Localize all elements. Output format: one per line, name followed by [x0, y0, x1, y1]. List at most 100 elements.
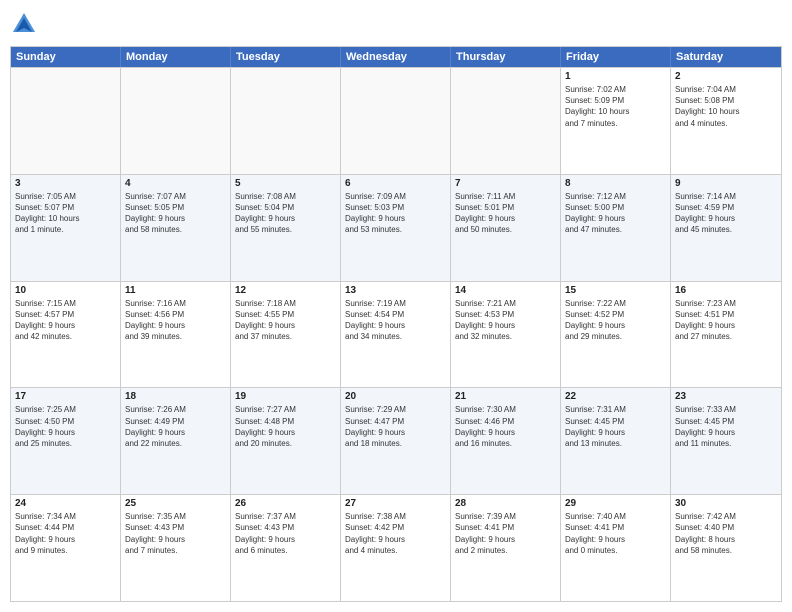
empty-cell-0-3	[341, 68, 451, 174]
empty-cell-0-2	[231, 68, 341, 174]
day-number: 8	[565, 178, 666, 189]
calendar-row-2: 10 Sunrise: 7:15 AM Sunset: 4:57 PM Dayli…	[11, 281, 781, 388]
day-number: 26	[235, 498, 336, 509]
day-number: 29	[565, 498, 666, 509]
day-info: Sunrise: 7:22 AM Sunset: 4:52 PM Dayligh…	[565, 298, 666, 343]
calendar-row-0: 1 Sunrise: 7:02 AM Sunset: 5:09 PM Daylig…	[11, 67, 781, 174]
day-number: 27	[345, 498, 446, 509]
day-info: Sunrise: 7:02 AM Sunset: 5:09 PM Dayligh…	[565, 84, 666, 129]
calendar-row-3: 17Sunrise: 7:25 AM Sunset: 4:50 PM Dayli…	[11, 387, 781, 494]
day-number: 9	[675, 178, 777, 189]
day-cell-9: 9 Sunrise: 7:14 AM Sunset: 4:59 PM Daylig…	[671, 175, 781, 281]
day-number: 7	[455, 178, 556, 189]
day-cell-21: 21 Sunrise: 7:30 AM Sunset: 4:46 PM Dayli…	[451, 388, 561, 494]
day-info: Sunrise: 7:37 AM Sunset: 4:43 PM Dayligh…	[235, 511, 336, 556]
day-cell-28: 28 Sunrise: 7:39 AM Sunset: 4:41 PM Dayli…	[451, 495, 561, 601]
day-info: Sunrise: 7:23 AM Sunset: 4:51 PM Dayligh…	[675, 298, 777, 343]
header-day-monday: Monday	[121, 47, 231, 67]
day-info: Sunrise: 7:26 AM Sunset: 4:49 PM Dayligh…	[125, 404, 226, 449]
logo	[10, 10, 40, 38]
day-info: Sunrise: 7:04 AM Sunset: 5:08 PM Dayligh…	[675, 84, 777, 129]
day-info: Sunrise: 7:30 AM Sunset: 4:46 PM Dayligh…	[455, 404, 556, 449]
day-info: Sunrise: 7:15 AM Sunset: 4:57 PM Dayligh…	[15, 298, 116, 343]
day-info: Sunrise: 7:31 AM Sunset: 4:45 PM Dayligh…	[565, 404, 666, 449]
day-cell-30: 30 Sunrise: 7:42 AM Sunset: 4:40 PM Dayli…	[671, 495, 781, 601]
day-number: 21	[455, 391, 556, 402]
calendar-header-row: SundayMondayTuesdayWednesdayThursdayFrid…	[11, 47, 781, 67]
day-info: Sunrise: 7:11 AM Sunset: 5:01 PM Dayligh…	[455, 191, 556, 236]
empty-cell-0-0	[11, 68, 121, 174]
day-cell-5: 5 Sunrise: 7:08 AM Sunset: 5:04 PM Daylig…	[231, 175, 341, 281]
calendar-row-1: 3 Sunrise: 7:05 AM Sunset: 5:07 PM Daylig…	[11, 174, 781, 281]
day-info: Sunrise: 7:27 AM Sunset: 4:48 PM Dayligh…	[235, 404, 336, 449]
day-cell-23: 23Sunrise: 7:33 AM Sunset: 4:45 PM Dayli…	[671, 388, 781, 494]
day-cell-19: 19 Sunrise: 7:27 AM Sunset: 4:48 PM Dayli…	[231, 388, 341, 494]
day-cell-11: 11 Sunrise: 7:16 AM Sunset: 4:56 PM Dayli…	[121, 282, 231, 388]
day-number: 3	[15, 178, 116, 189]
header	[10, 10, 782, 38]
day-cell-22: 22 Sunrise: 7:31 AM Sunset: 4:45 PM Dayli…	[561, 388, 671, 494]
day-info: Sunrise: 7:07 AM Sunset: 5:05 PM Dayligh…	[125, 191, 226, 236]
day-number: 22	[565, 391, 666, 402]
day-info: Sunrise: 7:05 AM Sunset: 5:07 PM Dayligh…	[15, 191, 116, 236]
calendar-body: 1 Sunrise: 7:02 AM Sunset: 5:09 PM Daylig…	[11, 67, 781, 601]
day-info: Sunrise: 7:16 AM Sunset: 4:56 PM Dayligh…	[125, 298, 226, 343]
header-day-wednesday: Wednesday	[341, 47, 451, 67]
day-number: 11	[125, 285, 226, 296]
day-cell-25: 25 Sunrise: 7:35 AM Sunset: 4:43 PM Dayli…	[121, 495, 231, 601]
day-info: Sunrise: 7:29 AM Sunset: 4:47 PM Dayligh…	[345, 404, 446, 449]
day-cell-6: 6 Sunrise: 7:09 AM Sunset: 5:03 PM Daylig…	[341, 175, 451, 281]
day-cell-26: 26 Sunrise: 7:37 AM Sunset: 4:43 PM Dayli…	[231, 495, 341, 601]
page: SundayMondayTuesdayWednesdayThursdayFrid…	[0, 0, 792, 612]
day-cell-13: 13Sunrise: 7:19 AM Sunset: 4:54 PM Dayli…	[341, 282, 451, 388]
day-number: 5	[235, 178, 336, 189]
day-cell-12: 12Sunrise: 7:18 AM Sunset: 4:55 PM Dayli…	[231, 282, 341, 388]
day-info: Sunrise: 7:14 AM Sunset: 4:59 PM Dayligh…	[675, 191, 777, 236]
day-number: 24	[15, 498, 116, 509]
day-info: Sunrise: 7:39 AM Sunset: 4:41 PM Dayligh…	[455, 511, 556, 556]
header-day-saturday: Saturday	[671, 47, 781, 67]
day-cell-15: 15 Sunrise: 7:22 AM Sunset: 4:52 PM Dayli…	[561, 282, 671, 388]
day-cell-24: 24Sunrise: 7:34 AM Sunset: 4:44 PM Dayli…	[11, 495, 121, 601]
day-number: 14	[455, 285, 556, 296]
day-number: 12	[235, 285, 336, 296]
day-info: Sunrise: 7:09 AM Sunset: 5:03 PM Dayligh…	[345, 191, 446, 236]
calendar-row-4: 24Sunrise: 7:34 AM Sunset: 4:44 PM Dayli…	[11, 494, 781, 601]
header-day-sunday: Sunday	[11, 47, 121, 67]
day-cell-4: 4 Sunrise: 7:07 AM Sunset: 5:05 PM Daylig…	[121, 175, 231, 281]
day-number: 30	[675, 498, 777, 509]
day-number: 13	[345, 285, 446, 296]
day-number: 15	[565, 285, 666, 296]
day-cell-18: 18 Sunrise: 7:26 AM Sunset: 4:49 PM Dayli…	[121, 388, 231, 494]
day-number: 25	[125, 498, 226, 509]
day-number: 23	[675, 391, 777, 402]
day-number: 1	[565, 71, 666, 82]
day-info: Sunrise: 7:08 AM Sunset: 5:04 PM Dayligh…	[235, 191, 336, 236]
day-info: Sunrise: 7:12 AM Sunset: 5:00 PM Dayligh…	[565, 191, 666, 236]
day-number: 10	[15, 285, 116, 296]
header-day-thursday: Thursday	[451, 47, 561, 67]
day-info: Sunrise: 7:38 AM Sunset: 4:42 PM Dayligh…	[345, 511, 446, 556]
day-number: 4	[125, 178, 226, 189]
header-day-tuesday: Tuesday	[231, 47, 341, 67]
day-number: 18	[125, 391, 226, 402]
empty-cell-0-4	[451, 68, 561, 174]
day-number: 19	[235, 391, 336, 402]
day-cell-14: 14 Sunrise: 7:21 AM Sunset: 4:53 PM Dayli…	[451, 282, 561, 388]
logo-icon	[10, 10, 38, 38]
day-info: Sunrise: 7:35 AM Sunset: 4:43 PM Dayligh…	[125, 511, 226, 556]
day-cell-10: 10 Sunrise: 7:15 AM Sunset: 4:57 PM Dayli…	[11, 282, 121, 388]
empty-cell-0-1	[121, 68, 231, 174]
day-cell-1: 1 Sunrise: 7:02 AM Sunset: 5:09 PM Daylig…	[561, 68, 671, 174]
day-number: 6	[345, 178, 446, 189]
day-cell-20: 20Sunrise: 7:29 AM Sunset: 4:47 PM Dayli…	[341, 388, 451, 494]
day-cell-7: 7 Sunrise: 7:11 AM Sunset: 5:01 PM Daylig…	[451, 175, 561, 281]
calendar: SundayMondayTuesdayWednesdayThursdayFrid…	[10, 46, 782, 602]
day-cell-3: 3 Sunrise: 7:05 AM Sunset: 5:07 PM Daylig…	[11, 175, 121, 281]
day-cell-2: 2Sunrise: 7:04 AM Sunset: 5:08 PM Daylig…	[671, 68, 781, 174]
day-cell-17: 17Sunrise: 7:25 AM Sunset: 4:50 PM Dayli…	[11, 388, 121, 494]
day-info: Sunrise: 7:42 AM Sunset: 4:40 PM Dayligh…	[675, 511, 777, 556]
day-info: Sunrise: 7:21 AM Sunset: 4:53 PM Dayligh…	[455, 298, 556, 343]
day-cell-16: 16Sunrise: 7:23 AM Sunset: 4:51 PM Dayli…	[671, 282, 781, 388]
day-number: 28	[455, 498, 556, 509]
